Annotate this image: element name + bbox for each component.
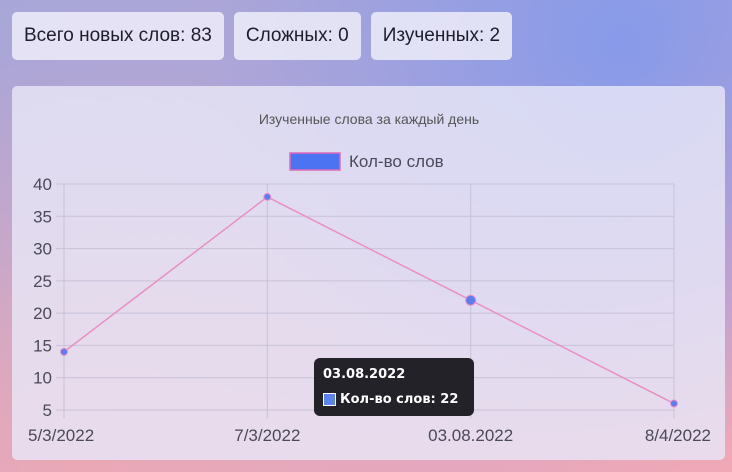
y-tick-label: 30 [33,240,52,259]
x-tick-label: 5/3/2022 [28,426,94,445]
x-axis-ticks: 5/3/2022 7/3/2022 03.08.2022 8/4/2022 [28,426,711,445]
total-words-stat: Всего новых слов: 83 [12,12,224,60]
y-axis-ticks: 40 35 30 25 20 15 10 5 [33,175,52,420]
y-tick-label: 5 [43,401,52,420]
data-point [670,399,678,408]
hard-words-stat: Сложных: 0 [233,12,361,60]
tooltip-title: 03.08.2022 [323,367,406,382]
data-point [263,192,272,201]
x-tick-label: 7/3/2022 [234,426,300,445]
x-tick-label: 8/4/2022 [645,426,711,445]
chart-card: Изученные слова за каждый день Кол-во сл… [12,86,725,460]
x-tick-label: 03.08.2022 [428,426,513,445]
tooltip-line: Кол-во слов 22 [323,392,458,407]
y-tick-label: 35 [33,207,52,226]
data-point [60,347,68,356]
learned-words-stat: Изученных: 2 [370,12,513,60]
tooltip-series-label: Кол-во слов [340,392,440,407]
legend-label: Кол-во слов [349,152,444,171]
chart-tooltip: 03.08.2022 Кол-во слов 22 [314,358,474,416]
legend-swatch-icon [289,152,341,171]
y-tick-label: 15 [33,336,52,355]
data-point [465,294,477,306]
chart-legend[interactable]: Кол-во слов [289,152,444,171]
tooltip-value: 22 [440,392,459,407]
stats-bar: Всего новых слов: 83 Сложных: 0 Изученны… [12,12,513,60]
tooltip-swatch-icon [323,393,336,406]
y-tick-label: 20 [33,304,52,323]
y-tick-label: 10 [33,369,52,388]
chart-title: Изученные слова за каждый день [259,111,479,127]
y-tick-label: 25 [33,272,52,291]
y-tick-label: 40 [33,175,52,194]
